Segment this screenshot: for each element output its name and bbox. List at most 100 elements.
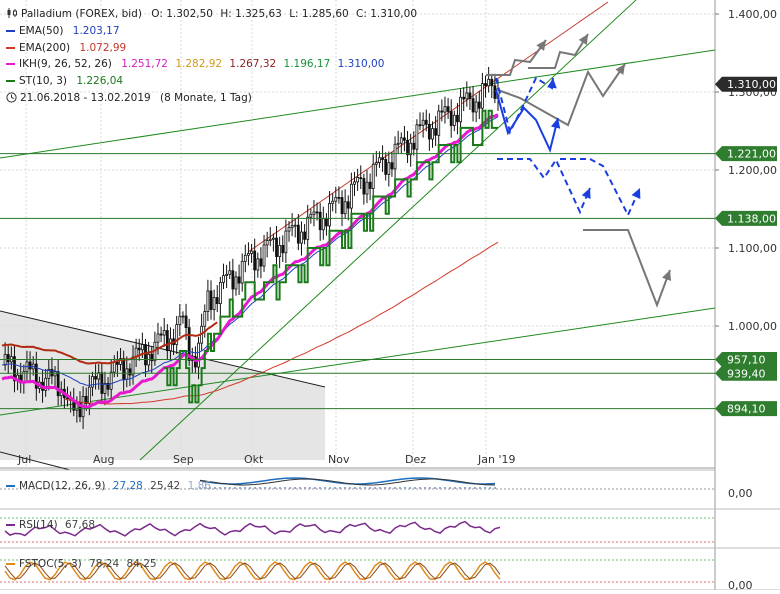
macd-histogram-bar: [414, 487, 416, 489]
macd-histogram-bar: [389, 487, 391, 489]
macd-histogram-bar: [479, 487, 481, 489]
ema200-swatch: [6, 46, 15, 49]
candle-body: [228, 270, 232, 275]
candle-body: [203, 311, 207, 327]
candle-body: [91, 376, 94, 388]
candle-body: [328, 202, 331, 227]
candle-body: [125, 368, 129, 380]
candle-body: [452, 114, 456, 126]
candle-body: [318, 211, 322, 231]
macd-histogram-bar: [309, 487, 311, 489]
instrument-name: Palladium (FOREX, bid): [21, 8, 142, 20]
candlestick-icon: [7, 8, 17, 18]
macd-histogram-bar: [274, 487, 276, 489]
fstoc-swatch: [6, 563, 15, 565]
candle-body: [340, 197, 344, 215]
candle-body: [215, 297, 219, 304]
candle-body: [331, 200, 335, 204]
macd-histogram-bar: [314, 487, 316, 489]
supertrend-line: [164, 109, 498, 404]
y-tick-label: 1.200,00: [728, 164, 777, 177]
macd-legend[interactable]: MACD(12, 26, 9) 27,28 25,42 1,86: [6, 480, 211, 492]
chart-stage: { "chart_data": { "type": "line", "instr…: [0, 0, 780, 592]
x-tick-label: Nov: [328, 453, 350, 466]
candle-body: [262, 244, 266, 267]
macd-histogram-bar: [399, 487, 401, 489]
candle-body: [278, 245, 282, 257]
candle-body: [374, 162, 378, 165]
candle-body: [321, 218, 325, 231]
candle-body: [484, 83, 487, 87]
st-swatch: [6, 80, 15, 83]
candle-body: [225, 273, 229, 276]
candle-body: [275, 237, 278, 257]
candle-body: [368, 181, 372, 189]
scenario-blue-dashed-2: [560, 158, 641, 218]
rsi-swatch: [6, 524, 15, 526]
legend-period: 21.06.2018 - 13.02.2019 (8 Monate, 1 Tag…: [6, 90, 417, 107]
candle-body: [390, 162, 394, 170]
macd-histogram-bar: [259, 487, 261, 489]
macd-histogram-bar: [384, 487, 386, 489]
ema50-swatch: [6, 29, 15, 32]
candle-body: [474, 101, 478, 113]
ema200-value: 1.072,99: [79, 41, 127, 54]
ohlc-open: O: 1.302,50: [151, 8, 213, 20]
fstoc-label: FSTOC(5, 3): [19, 558, 82, 570]
candle-body: [468, 92, 472, 100]
ikh-swatch: [6, 63, 15, 66]
macd-histogram-bar: [299, 487, 301, 489]
candle-body: [387, 162, 391, 175]
macd-histogram-bar: [324, 487, 326, 489]
price-flag-label: 894,10: [727, 403, 766, 416]
macd-histogram-bar: [229, 487, 231, 489]
macd-histogram-bar: [354, 487, 356, 489]
candle-body: [6, 354, 10, 363]
macd-tick-label: 0,00: [728, 487, 753, 500]
candle-body: [237, 276, 241, 284]
candle-body: [256, 258, 260, 271]
macd-histogram-bar: [409, 487, 411, 489]
price-flag-label: 1.221,00: [727, 148, 776, 161]
candle-body: [409, 142, 413, 156]
y-tick-label: 1.100,00: [728, 242, 777, 255]
candle-body: [487, 78, 491, 87]
candle-body: [100, 372, 104, 394]
fstoc-legend[interactable]: FSTOC(5, 3) 78,24 84,25: [6, 558, 157, 570]
candle-body: [137, 347, 141, 351]
macd-histogram-bar: [334, 487, 336, 489]
candle-body: [165, 330, 169, 351]
macd-value-2: 25,42: [150, 480, 181, 492]
candle-body: [427, 123, 431, 140]
candle-body: [222, 275, 225, 283]
x-tick-label: Jul: [17, 453, 31, 466]
macd-histogram-bar: [344, 487, 346, 489]
macd-histogram-bar: [474, 487, 476, 489]
candle-body: [231, 270, 235, 290]
candle-body: [412, 142, 416, 150]
candle-body: [284, 230, 288, 254]
x-tick-label: Okt: [244, 453, 264, 466]
legend-ikh[interactable]: IKH(9, 26, 52, 26) 1.251,72 1.282,92 1.2…: [6, 56, 417, 73]
legend-ema50[interactable]: EMA(50) 1.203,17: [6, 23, 417, 40]
candle-body: [140, 344, 144, 351]
macd-histogram-bar: [374, 487, 376, 489]
candle-body: [169, 338, 172, 351]
price-flag-label: 957,10: [727, 353, 766, 366]
macd-histogram-bar: [289, 487, 291, 489]
candle-body: [159, 333, 163, 336]
macd-histogram-bar: [339, 487, 341, 489]
ikh-value-1: 1.251,72: [121, 58, 168, 71]
legend-st[interactable]: ST(10, 3) 1.226,04: [6, 73, 417, 90]
candle-body: [181, 315, 185, 318]
price-flag-label: 1.310,00: [727, 78, 776, 91]
candle-body: [353, 181, 356, 185]
macd-histogram-bar: [349, 487, 351, 489]
candle-body: [481, 83, 484, 109]
rsi-legend[interactable]: RSI(14) 67,68: [6, 519, 95, 531]
legend-ema200[interactable]: EMA(200) 1.072,99: [6, 40, 417, 57]
period-detail: (8 Monate, 1 Tag): [160, 91, 252, 104]
candle-body: [87, 386, 91, 404]
candle-body: [459, 96, 462, 123]
candle-body: [259, 258, 263, 267]
